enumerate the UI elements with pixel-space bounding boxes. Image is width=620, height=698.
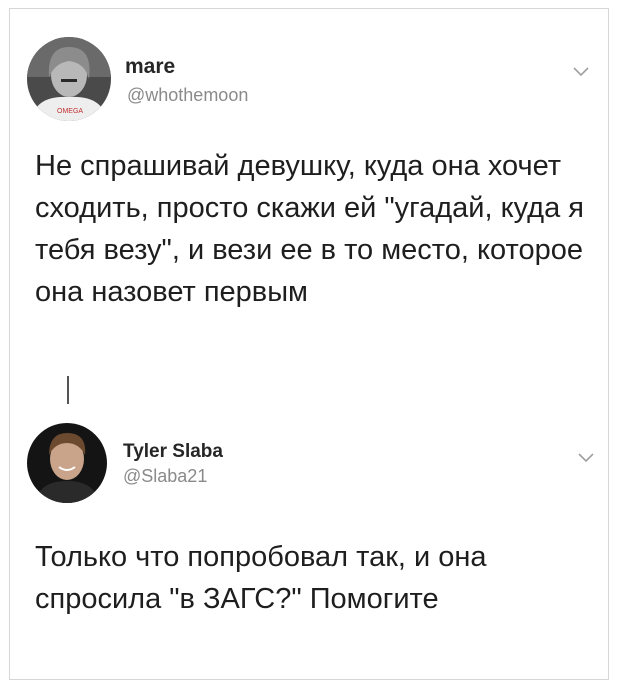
- avatar[interactable]: [27, 423, 107, 503]
- screenshot-frame: OMEGA mare @whothemoon Не спрашивай деву…: [9, 8, 609, 680]
- username-handle[interactable]: @Slaba21: [123, 466, 207, 487]
- chevron-down-icon[interactable]: [577, 451, 595, 465]
- svg-text:OMEGA: OMEGA: [57, 108, 83, 115]
- tweet-text: Только что попробовал так, и она спросил…: [35, 541, 487, 615]
- avatar-photo: OMEGA: [27, 37, 111, 121]
- tweet: OMEGA mare @whothemoon Не спрашивай деву…: [10, 9, 608, 374]
- display-name[interactable]: Tyler Slaba: [123, 441, 223, 463]
- avatar[interactable]: OMEGA: [27, 37, 111, 121]
- thread-connector-line: [67, 376, 69, 404]
- display-name[interactable]: mare: [125, 55, 175, 79]
- tweet: Tyler Slaba @Slaba21 Только что попробов…: [10, 404, 608, 674]
- avatar-photo: [27, 423, 107, 503]
- chevron-down-icon[interactable]: [572, 65, 590, 79]
- username-handle[interactable]: @whothemoon: [127, 85, 248, 106]
- tweet-text: Не спрашивай девушку, куда она хочет схо…: [35, 150, 584, 308]
